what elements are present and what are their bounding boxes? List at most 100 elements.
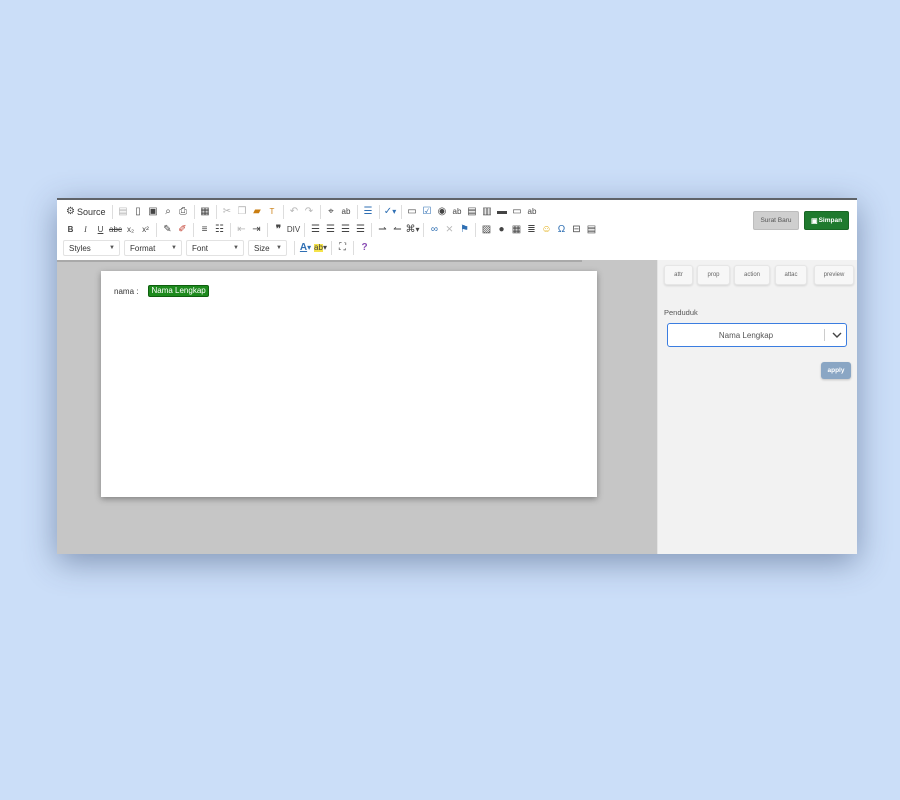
bold-icon[interactable]: B	[63, 222, 78, 238]
strikethrough-icon[interactable]: abc	[108, 222, 123, 238]
apply-button[interactable]: apply	[821, 362, 851, 379]
image-icon[interactable]: ▨	[479, 222, 494, 238]
iframe-icon[interactable]: ▤	[584, 222, 599, 238]
text-ltr-icon[interactable]: ⇀	[375, 222, 390, 238]
table-icon[interactable]: ▦	[509, 222, 524, 238]
surat-baru-label: Surat Baru	[760, 217, 792, 224]
replace-icon[interactable]: ab	[339, 204, 354, 220]
paste-text-icon[interactable]: T	[265, 204, 280, 220]
floppy-icon: ▣	[810, 217, 818, 225]
outdent-icon[interactable]: ⇤	[234, 222, 249, 238]
toolbar-separator	[304, 223, 305, 237]
paste-icon[interactable]: ▰	[250, 204, 265, 220]
save-doc-icon[interactable]: ▤	[116, 204, 131, 220]
select-field-icon[interactable]: ▥	[480, 204, 495, 220]
toolbar-separator	[156, 223, 157, 237]
text-field-icon[interactable]: ab	[450, 204, 465, 220]
surat-baru-button[interactable]: Surat Baru	[753, 211, 799, 230]
tab-attac[interactable]: attac	[775, 265, 807, 285]
templates-icon[interactable]: ▦	[198, 204, 213, 220]
textarea-icon[interactable]: ▤	[465, 204, 480, 220]
find-icon[interactable]: ⌖	[324, 204, 339, 220]
text-rtl-icon[interactable]: ↼	[390, 222, 405, 238]
div-container-icon[interactable]: DIV	[286, 222, 301, 238]
special-char-icon[interactable]: Ω	[554, 222, 569, 238]
remove-format-icon[interactable]: ✐	[175, 222, 190, 238]
toolbar-separator	[331, 241, 332, 255]
chevron-down-icon: ▼	[109, 245, 115, 251]
align-left-icon[interactable]: ☰	[308, 222, 323, 238]
unlink-icon[interactable]: ⨯	[442, 222, 457, 238]
field-placeholder-tag[interactable]: Nama Lengkap	[148, 285, 209, 297]
cut-icon[interactable]: ✂	[220, 204, 235, 220]
horizontal-line-icon[interactable]: ≣	[524, 222, 539, 238]
tab-action[interactable]: action	[734, 265, 770, 285]
numbered-list-icon[interactable]: ≡	[197, 222, 212, 238]
select-all-icon[interactable]: ☰	[361, 204, 376, 220]
justify-icon[interactable]: ☰	[353, 222, 368, 238]
chevron-down-icon: ▼	[276, 245, 282, 251]
print-icon[interactable]: ⎙	[176, 204, 191, 220]
new-page-icon[interactable]: ▯	[131, 204, 146, 220]
toolbar-separator	[400, 205, 402, 219]
preview-icon[interactable]: ⌕	[161, 204, 176, 220]
radio-icon[interactable]: ◉	[435, 204, 450, 220]
format-dropdown-label: Format	[130, 243, 156, 253]
image-button-icon[interactable]: ▭	[510, 204, 525, 220]
toolbar-separator	[319, 205, 321, 219]
source-button[interactable]: ⚙ Source	[63, 204, 109, 220]
penduduk-select[interactable]: Nama Lengkap	[667, 323, 847, 347]
penduduk-select-value: Nama Lengkap	[718, 330, 774, 340]
horizontal-scrollbar[interactable]	[57, 260, 582, 262]
toolbar-separator	[294, 241, 295, 255]
toolbar-separator	[230, 223, 231, 237]
app-window: ⚙ Source ▤ ▯ ▣ ⌕ ⎙ ▦ ✂ ❐ ▰ T ↶ ↷ ⌖ ab ☰	[57, 198, 857, 554]
simpan-button[interactable]: ▣ Simpan	[804, 211, 849, 230]
format-dropdown[interactable]: Format ▼	[124, 240, 182, 256]
link-icon[interactable]: ∞	[427, 222, 442, 238]
select-divider	[824, 329, 825, 341]
toolbar-row-1: ⚙ Source ▤ ▯ ▣ ⌕ ⎙ ▦ ✂ ❐ ▰ T ↶ ↷ ⌖ ab ☰	[63, 204, 540, 220]
text-color-icon[interactable]: A ▾	[298, 240, 313, 256]
tab-preview[interactable]: preview	[814, 265, 854, 285]
copy-icon[interactable]: ❐	[235, 204, 250, 220]
copy-format-icon[interactable]: ✎	[160, 222, 175, 238]
superscript-icon[interactable]: x²	[138, 222, 153, 238]
maximize-icon[interactable]: ⛶	[335, 240, 350, 256]
bulleted-list-icon[interactable]: ☷	[212, 222, 227, 238]
chevron-down-icon: ▼	[233, 245, 239, 251]
bg-color-icon[interactable]: ab ▾	[313, 240, 328, 256]
blockquote-icon[interactable]: ❞	[271, 222, 286, 238]
page-break-icon[interactable]: ⊟	[569, 222, 584, 238]
help-icon[interactable]: ?	[357, 240, 372, 256]
flash-icon[interactable]: ●	[494, 222, 509, 238]
italic-icon[interactable]: I	[78, 222, 93, 238]
align-center-icon[interactable]: ☰	[323, 222, 338, 238]
smiley-icon[interactable]: ☺	[539, 222, 554, 238]
align-right-icon[interactable]: ☰	[338, 222, 353, 238]
underline-icon[interactable]: U	[93, 222, 108, 238]
font-dropdown[interactable]: Font ▼	[186, 240, 244, 256]
export-pdf-icon[interactable]: ▣	[146, 204, 161, 220]
field-label: nama :	[114, 286, 139, 296]
checkbox-icon[interactable]: ☑	[420, 204, 435, 220]
document-page[interactable]: nama : Nama Lengkap	[101, 271, 597, 497]
indent-icon[interactable]: ⇥	[249, 222, 264, 238]
size-dropdown[interactable]: Size ▼	[248, 240, 287, 256]
redo-icon[interactable]: ↷	[302, 204, 317, 220]
toolbar-separator	[371, 223, 372, 237]
spellcheck-icon[interactable]: ✓ ▾	[383, 204, 398, 220]
hidden-field-icon[interactable]: ab	[525, 204, 540, 220]
form-icon[interactable]: ▭	[405, 204, 420, 220]
language-icon[interactable]: ⌘ ▾	[405, 222, 420, 238]
undo-icon[interactable]: ↶	[287, 204, 302, 220]
button-field-icon[interactable]: ▬	[495, 204, 510, 220]
subscript-icon[interactable]: x₂	[123, 222, 138, 238]
tab-prop[interactable]: prop	[697, 265, 730, 285]
editor-toolbar: ⚙ Source ▤ ▯ ▣ ⌕ ⎙ ▦ ✂ ❐ ▰ T ↶ ↷ ⌖ ab ☰	[57, 200, 857, 260]
tab-attr[interactable]: attr	[664, 265, 693, 285]
toolbar-separator	[215, 205, 217, 219]
styles-dropdown[interactable]: Styles ▼	[63, 240, 120, 256]
anchor-flag-icon[interactable]: ⚑	[457, 222, 472, 238]
toolbar-separator	[378, 205, 380, 219]
